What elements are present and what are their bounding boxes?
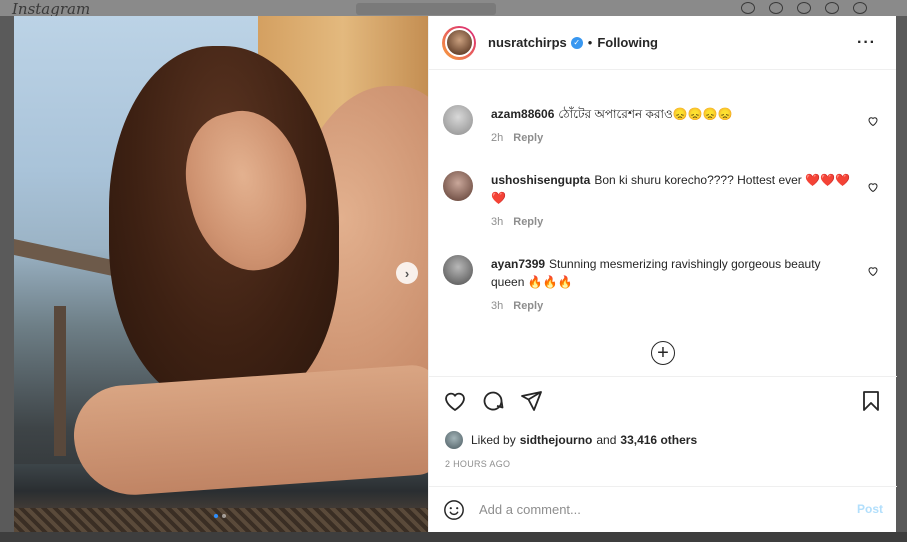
comment-item: ayan7399 Stunning mesmerizing ravishingly… [443,255,883,312]
likes-summary: Liked by sidthejourno and 33,416 others [445,431,697,449]
plus-circle-icon[interactable]: + [651,341,675,365]
heart-icon[interactable] [867,115,879,127]
author-avatar[interactable] [442,25,476,60]
reply-button[interactable]: Reply [513,216,543,228]
reply-button[interactable]: Reply [513,300,543,312]
new-post-icon [797,2,811,14]
comment-item: azam88606 ঠোঁটের অপারেশন করাও😞😞😞😞 2h Reply [443,105,883,144]
comment-time: 3h [491,216,504,228]
smiley-icon[interactable] [443,499,465,521]
comment-meta: 2h Reply [491,132,883,144]
author-username[interactable]: nusratchirps [488,35,567,50]
photo-railing-post [54,306,66,456]
heart-icon[interactable] [867,181,879,193]
post-comment-button[interactable]: Post [857,502,883,516]
comment-input[interactable] [479,502,829,517]
carousel-dots [214,514,226,518]
comment-body: azam88606 ঠোঁটের অপারেশন করাও😞😞😞😞 [491,105,851,123]
post-side-panel: nusratchirps ✓ • Following ··· azam88606… [428,16,897,532]
comment-body: ushoshisengupta Bon ki shuru korecho???? … [491,171,851,207]
liker-username[interactable]: sidthejourno [520,433,593,447]
heart-icon[interactable] [443,389,467,413]
commenter-username[interactable]: ushoshisengupta [491,173,590,187]
post-actions-area: Liked by sidthejourno and 33,416 others … [429,376,897,486]
likes-prefix: Liked by [471,433,516,447]
direct-icon [769,2,783,14]
carousel-dot [222,514,226,518]
home-icon [741,2,755,14]
commenter-username[interactable]: azam88606 [491,107,554,121]
comment-icon[interactable] [481,389,505,413]
background-feed [0,532,907,542]
post-header: nusratchirps ✓ • Following ··· [429,16,896,70]
liker-avatar[interactable] [445,431,463,449]
header-separator: • [587,35,593,50]
carousel-dot-active [214,514,218,518]
verified-badge-icon: ✓ [570,36,583,49]
comment-meta: 3h Reply [491,300,883,312]
post-modal: › nusratchirps ✓ • Following ··· azam886… [14,16,897,532]
photo-wicker [14,508,428,532]
comment-meta: 3h Reply [491,216,883,228]
heart-icon[interactable] [867,265,879,277]
save-area [859,389,883,413]
post-photo[interactable]: › [14,16,428,532]
likes-joiner: and [596,433,617,447]
background-top-bar: Instagram [0,0,907,18]
commenter-avatar[interactable] [443,171,473,201]
more-options-icon[interactable]: ··· [857,34,876,52]
post-timestamp[interactable]: 2 HOURS AGO [445,459,510,469]
comment-time: 3h [491,300,504,312]
commenter-username[interactable]: ayan7399 [491,257,545,271]
comment-text: ঠোঁটের অপারেশন করাও😞😞😞😞 [558,107,733,121]
explore-icon [825,2,839,14]
comment-body: ayan7399 Stunning mesmerizing ravishingly… [491,255,851,291]
commenter-avatar[interactable] [443,255,473,285]
comment-item: ushoshisengupta Bon ki shuru korecho???? … [443,171,883,228]
chevron-right-icon[interactable]: › [396,262,418,284]
comment-time: 2h [491,132,504,144]
send-icon[interactable] [519,389,543,413]
bookmark-icon[interactable] [859,389,883,413]
background-search-bar [356,3,496,15]
following-button[interactable]: Following [597,35,658,50]
add-comment-bar: Post [429,486,897,532]
action-bar [443,389,543,413]
commenter-avatar[interactable] [443,105,473,135]
background-nav-icons [741,2,867,14]
reply-button[interactable]: Reply [513,132,543,144]
likes-count[interactable]: 33,416 others [620,433,697,447]
author-avatar-image [444,28,474,57]
comments-list: azam88606 ঠোঁটের অপারেশন করাও😞😞😞😞 2h Reply… [429,71,897,376]
activity-icon [853,2,867,14]
